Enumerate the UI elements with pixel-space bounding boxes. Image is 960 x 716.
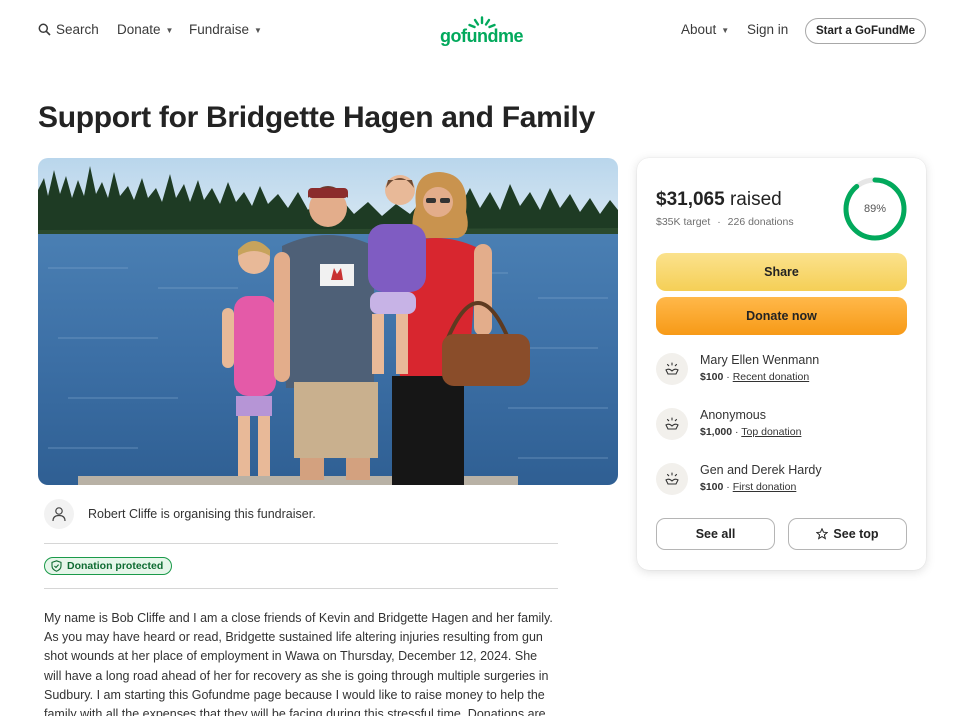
donation-amount: $1,000 (700, 426, 733, 438)
donate-menu[interactable]: Donate ▼ (117, 22, 173, 37)
divider (44, 543, 558, 544)
top-donation-link[interactable]: Top donation (741, 426, 801, 438)
about-menu-label: About (681, 22, 717, 37)
donation-separator: · (726, 371, 730, 383)
see-all-label: See all (695, 527, 736, 541)
progress-percent: 89% (863, 203, 887, 215)
chevron-down-icon: ▼ (721, 25, 730, 35)
logo-wordmark: gofundme (440, 26, 524, 46)
donate-now-button[interactable]: Donate now (656, 297, 907, 335)
divider (44, 588, 558, 589)
donation-amount: $100 (700, 481, 724, 493)
donation-details: $1,000 · Top donation (700, 426, 801, 438)
fundraise-menu-label: Fundraise (189, 22, 250, 37)
donation-item: Mary Ellen Wenmann $100 · Recent donatio… (656, 353, 819, 385)
donation-separator: · (726, 481, 730, 493)
search-label: Search (56, 22, 99, 37)
see-top-label: See top (833, 527, 879, 541)
top-nav: Search Donate ▼ Fundraise ▼ gofundme Abo… (0, 0, 960, 62)
chevron-down-icon: ▼ (165, 25, 174, 35)
sign-in-link[interactable]: Sign in (747, 22, 788, 37)
share-button[interactable]: Share (656, 253, 907, 291)
story-line: Sudbury. I am starting this Gofundme pag… (44, 687, 545, 702)
donation-details: $100 · Recent donation (700, 371, 819, 383)
search-nav-item[interactable]: Search (38, 22, 99, 37)
donation-separator: · (735, 426, 739, 438)
organiser-row: Robert Cliffe is organising this fundrai… (44, 499, 316, 529)
story-line: will have a long road ahead of her for r… (44, 668, 549, 683)
donor-name: Gen and Derek Hardy (700, 463, 822, 477)
sign-in-label: Sign in (747, 22, 789, 37)
about-menu[interactable]: About ▼ (681, 22, 729, 37)
search-icon (38, 23, 51, 36)
story-line: As you may have heard or read, Bridgette… (44, 630, 543, 645)
donation-item: Anonymous $1,000 · Top donation (656, 408, 801, 440)
target-amount: $35K target (656, 216, 711, 228)
chevron-down-icon: ▼ (254, 25, 262, 35)
avatar[interactable] (44, 499, 74, 529)
progress-ring: 89% (842, 176, 908, 242)
start-gofundme-button[interactable]: Start a GoFundMe (805, 18, 926, 44)
donation-details: $100 · First donation (700, 481, 822, 493)
donation-protected-badge[interactable]: Donation protected (44, 557, 173, 575)
user-icon (52, 507, 66, 522)
donation-heart-icon (656, 353, 688, 385)
progress-meta: $35K target · 226 donations (656, 216, 794, 228)
page-title: Support for Bridgette Hagen and Family (38, 101, 595, 134)
first-donation-link[interactable]: First donation (733, 481, 797, 493)
hero-photo (38, 158, 618, 485)
recent-donation-link[interactable]: Recent donation (733, 371, 809, 383)
organiser-text: Robert Cliffe is organising this fundrai… (88, 507, 316, 521)
badge-label: Donation protected (67, 560, 164, 572)
donation-heart-icon (656, 463, 688, 495)
shield-check-icon (51, 560, 62, 572)
donation-card: $31,065 raised $35K target · 226 donatio… (637, 158, 926, 570)
donation-amount: $100 (700, 371, 724, 383)
raised-word: raised (729, 189, 782, 210)
raised-amount-row: $31,065 raised (656, 189, 782, 211)
story-line: shot wounds at her place of employment i… (44, 649, 538, 664)
meta-separator: · (717, 216, 721, 228)
gofundme-logo[interactable]: gofundme (440, 16, 526, 48)
see-all-button[interactable]: See all (656, 518, 775, 550)
fundraise-menu[interactable]: Fundraise ▼ (189, 22, 262, 37)
donation-item: Gen and Derek Hardy $100 · First donatio… (656, 463, 822, 495)
see-top-button[interactable]: See top (788, 518, 907, 550)
fundraiser-story: My name is Bob Cliffe and I am a close f… (44, 609, 564, 716)
donation-count: 226 donations (727, 216, 794, 228)
donate-menu-label: Donate (117, 22, 161, 37)
story-line: My name is Bob Cliffe and I am a close f… (44, 611, 553, 625)
family-photo-illustration (38, 158, 618, 485)
donor-name: Anonymous (700, 408, 767, 422)
story-line: family with all the expenses that they w… (44, 707, 546, 716)
donor-name: Mary Ellen Wenmann (700, 353, 820, 367)
raised-amount: $31,065 (656, 189, 725, 210)
star-icon (816, 528, 829, 540)
donation-heart-icon (656, 408, 688, 440)
